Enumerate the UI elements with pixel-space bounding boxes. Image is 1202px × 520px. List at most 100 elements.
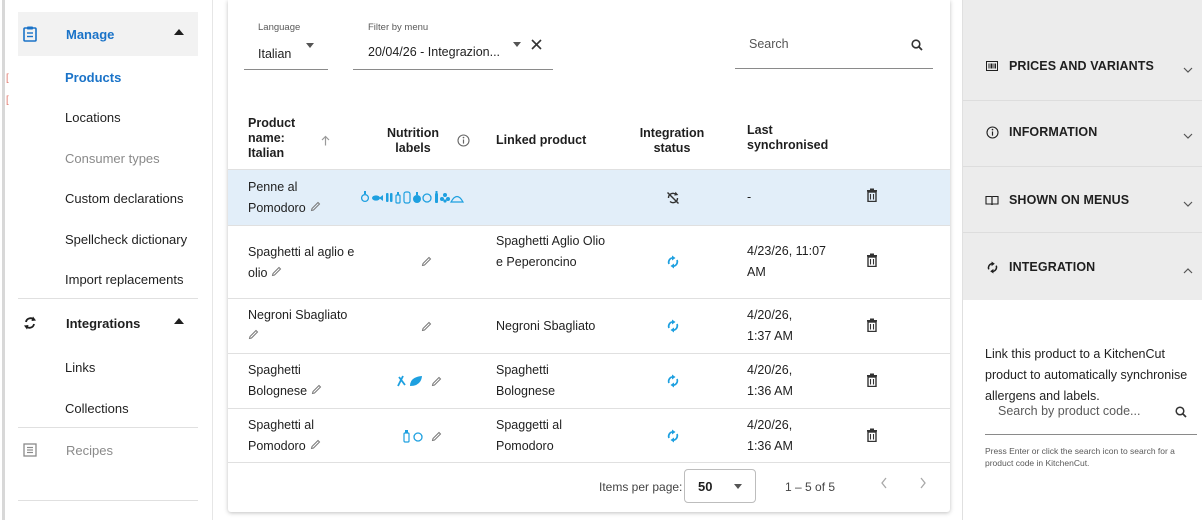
sidebar-item-consumer-types[interactable]: Consumer types (65, 151, 160, 166)
last-synced: 4/20/26, 1:36 AM (747, 418, 793, 453)
column-header-linked[interactable]: Linked product (496, 133, 586, 148)
sidebar-item-collections[interactable]: Collections (65, 401, 129, 416)
section-information[interactable]: INFORMATION (963, 102, 1202, 162)
previous-page-icon[interactable] (880, 476, 888, 492)
nutrition-labels-icons (396, 374, 426, 391)
search-hint: Press Enter or click the search icon to … (985, 446, 1175, 468)
product-name-cell: Spaghetti al aglio e olio (248, 242, 360, 284)
dropdown-arrow-icon (513, 42, 521, 47)
sync-icon (20, 315, 40, 331)
sidebar-separator (212, 0, 213, 520)
column-header-synced[interactable]: Last synchronised (747, 123, 828, 153)
next-page-icon[interactable] (919, 476, 927, 492)
table-row[interactable]: Negroni Sbagliato Negroni Sbagliato 4/20… (228, 299, 950, 354)
field-underline (244, 69, 328, 70)
edit-pencil-icon[interactable] (271, 263, 282, 284)
delete-icon[interactable] (866, 253, 878, 270)
edge-marker: [ (6, 95, 9, 106)
column-header-status[interactable]: Integration status (624, 126, 720, 156)
sidebar-item-locations[interactable]: Locations (65, 110, 121, 125)
sidebar-item-import-replacements[interactable]: Import replacements (65, 272, 184, 287)
last-synced: 4/23/26, 11:07 AM (747, 244, 827, 279)
sidebar-group-recipes[interactable]: Recipes (18, 428, 198, 472)
edit-pencil-icon[interactable] (310, 198, 321, 219)
product-name-cell: Spaghetti Bolognese (248, 360, 348, 402)
page-size-select[interactable]: 50 (684, 469, 756, 503)
table-row[interactable]: Spaghetti al aglio e olio Spaghetti Agli… (228, 226, 950, 299)
sort-arrow-up-icon[interactable] (321, 134, 330, 149)
section-shown-on-menus[interactable]: SHOWN ON MENUS (963, 170, 1202, 230)
edit-labels-pencil-icon[interactable] (431, 375, 442, 390)
sync-icon[interactable] (666, 319, 680, 336)
info-icon[interactable] (457, 134, 470, 150)
collapse-caret-icon[interactable] (174, 29, 184, 35)
info-icon (985, 125, 999, 139)
sync-disabled-icon (666, 191, 680, 208)
chevron-down-icon (1183, 62, 1193, 76)
column-header-nutrition[interactable]: Nutrition labels (376, 126, 450, 156)
product-name: Spaghetti al aglio e olio (248, 245, 355, 280)
delete-icon[interactable] (866, 188, 878, 205)
clear-filter-icon[interactable] (531, 38, 542, 53)
table-row[interactable]: Penne al Pomodoro - (228, 170, 950, 226)
section-divider (963, 166, 1202, 167)
sidebar-group-label: Integrations (66, 315, 141, 331)
nutrition-labels-icons (360, 190, 477, 207)
product-name: Spaghetti Bolognese (248, 363, 308, 398)
dropdown-arrow-icon (306, 43, 314, 48)
edge-marker: [ (6, 73, 9, 84)
sidebar-group-integrations[interactable]: Integrations (18, 301, 198, 345)
section-integration[interactable]: INTEGRATION (963, 237, 1202, 297)
table-row[interactable]: Spaghetti al Pomodoro Spaggetti al Pomod… (228, 409, 950, 463)
products-card: Language Italian Filter by menu 20/04/26… (228, 0, 950, 512)
sidebar-item-products[interactable]: Products (65, 70, 121, 85)
column-header-product[interactable]: Product name: Italian (248, 116, 316, 161)
sidebar-item-custom-declarations[interactable]: Custom declarations (65, 191, 184, 206)
sidebar: Manage Products Locations Consumer types… (18, 0, 198, 520)
delete-icon[interactable] (866, 428, 878, 445)
delete-icon[interactable] (866, 318, 878, 335)
table-row[interactable]: Spaghetti Bolognese Spaghetti Bolognese … (228, 354, 950, 409)
section-prices-and-variants[interactable]: PRICES AND VARIANTS (963, 36, 1202, 96)
delete-icon[interactable] (866, 373, 878, 390)
linked-product: Spaghetti Aglio Olio e Peperoncino (496, 234, 606, 269)
edit-pencil-icon[interactable] (248, 326, 259, 347)
sync-icon[interactable] (666, 255, 680, 272)
items-per-page-label: Items per page: (599, 480, 683, 494)
search-icon[interactable] (911, 39, 923, 54)
page-range: 1 – 5 of 5 (785, 480, 836, 494)
field-underline (735, 68, 933, 69)
edit-labels-pencil-icon[interactable] (431, 430, 442, 445)
product-name-cell: Spaghetti al Pomodoro (248, 415, 348, 457)
page-size-value: 50 (698, 479, 713, 494)
search-icon[interactable] (1175, 406, 1187, 421)
sidebar-item-links[interactable]: Links (65, 360, 95, 375)
sidebar-group-label: Manage (66, 26, 115, 42)
last-synced: 4/20/26, 1:36 AM (747, 363, 793, 398)
edit-pencil-icon[interactable] (310, 436, 321, 457)
edit-labels-pencil-icon[interactable] (421, 255, 432, 270)
search-placeholder: Search (749, 37, 789, 51)
dropdown-arrow-icon (734, 484, 742, 489)
menu-filter-value: 20/04/26 - Integrazion... (368, 45, 501, 59)
chevron-up-icon (1183, 263, 1193, 277)
sync-icon[interactable] (666, 374, 680, 391)
linked-product: Spaggetti al Pomodoro (496, 418, 563, 453)
language-select[interactable]: Language Italian (244, 22, 328, 70)
sidebar-group-manage[interactable]: Manage (18, 12, 198, 56)
field-underline (353, 69, 553, 70)
product-code-search-input[interactable]: Search by product code... (985, 395, 1197, 435)
sidebar-item-spellcheck-dictionary[interactable]: Spellcheck dictionary (65, 232, 187, 247)
field-underline (985, 434, 1197, 435)
sync-icon (985, 260, 999, 274)
section-title: INTEGRATION (1009, 260, 1096, 274)
search-placeholder: Search by product code... (998, 404, 1141, 418)
list-document-icon (20, 443, 40, 457)
edit-pencil-icon[interactable] (311, 381, 322, 402)
edit-labels-pencil-icon[interactable] (421, 320, 432, 335)
collapse-caret-icon[interactable] (174, 318, 184, 324)
sync-icon[interactable] (666, 429, 680, 446)
last-synced: 4/20/26, 1:37 AM (747, 308, 793, 343)
search-input[interactable]: Search (735, 22, 933, 69)
menu-filter-select[interactable]: Filter by menu 20/04/26 - Integrazion... (353, 22, 553, 70)
